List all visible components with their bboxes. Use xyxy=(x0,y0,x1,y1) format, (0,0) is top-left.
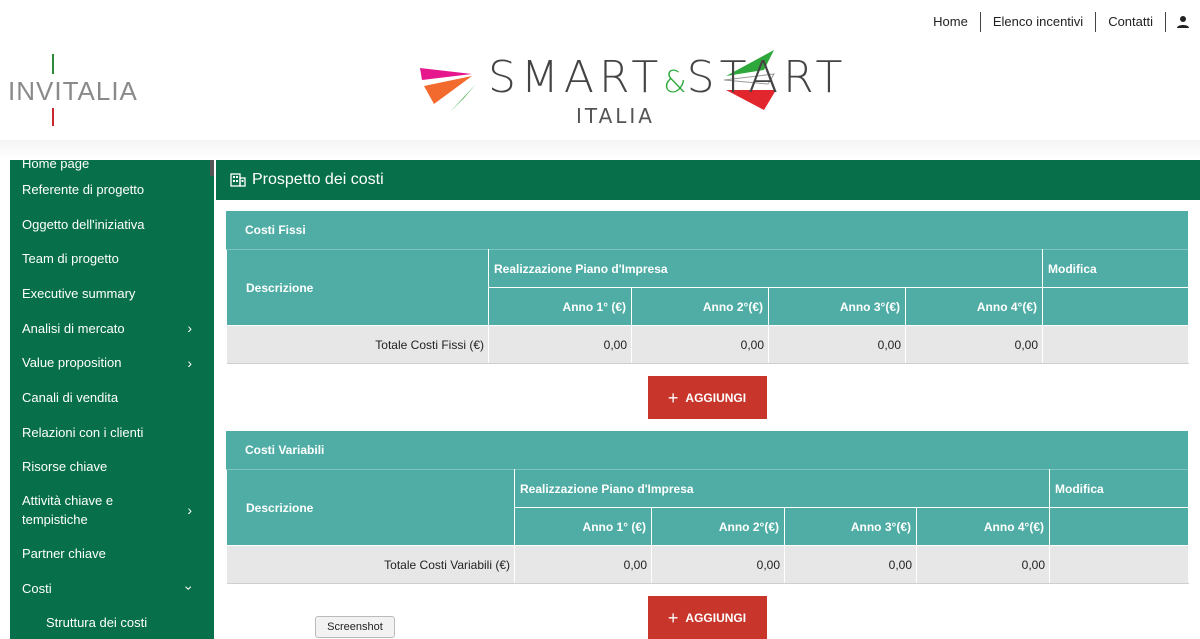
logo-start-text: START xyxy=(686,52,848,103)
sidebar-item-oggetto[interactable]: Oggetto dell'iniziativa xyxy=(10,207,214,242)
col-anno-3: Anno 3°(€) xyxy=(768,287,906,326)
sidebar-item-label: Canali di vendita xyxy=(22,389,119,405)
logo-tick-red xyxy=(52,108,54,126)
col-anno-4: Anno 4°(€) xyxy=(904,287,1044,326)
col-anno-4: Anno 4°(€) xyxy=(915,507,1051,546)
logo-smart-text: SMART xyxy=(488,52,664,103)
total-anno-3: 0,00 xyxy=(768,325,906,364)
nav-home-link[interactable]: Home xyxy=(921,12,981,32)
sidebar-item-team[interactable]: Team di progetto xyxy=(10,241,214,276)
total-label: Totale Costi Variabili (€) xyxy=(226,545,515,584)
sidebar-item-partner[interactable]: Partner chiave xyxy=(10,536,214,571)
col-anno-3: Anno 3°(€) xyxy=(784,507,917,546)
sidebar-item-analisi[interactable]: Analisi di mercato › xyxy=(10,311,214,346)
top-nav: Home Elenco incentivi Contatti xyxy=(921,10,1200,34)
total-anno-3: 0,00 xyxy=(784,545,917,584)
plus-icon: + xyxy=(667,387,679,408)
total-anno-1: 0,00 xyxy=(488,325,632,364)
total-modifica xyxy=(1049,545,1190,584)
col-modifica-blank xyxy=(1042,287,1190,326)
logo-amp-text: & xyxy=(663,65,687,100)
sidebar-item-label: Partner chiave xyxy=(22,546,106,562)
sidebar-item-value[interactable]: Value proposition › xyxy=(10,345,214,380)
sidebar-item-executive[interactable]: Executive summary xyxy=(10,276,214,311)
total-label: Totale Costi Fissi (€) xyxy=(226,325,489,364)
smart-start-logo: SMART&START ITALIA xyxy=(420,46,842,136)
page-title-bar: Prospetto dei costi xyxy=(216,160,1200,200)
logo-tick-green xyxy=(52,54,54,74)
sidebar-item-label: Costi xyxy=(22,580,52,596)
sidebar-item-label: Team di progetto xyxy=(22,251,119,267)
plus-icon: + xyxy=(667,607,679,628)
aggiungi-fissi-button[interactable]: + AGGIUNGI xyxy=(647,376,767,419)
col-anno-2: Anno 2°(€) xyxy=(631,287,769,326)
sidebar-item-canali[interactable]: Canali di vendita xyxy=(10,380,214,415)
chevron-down-icon: › xyxy=(181,585,198,591)
chevron-right-icon: › xyxy=(187,502,192,519)
col-descrizione: Descrizione xyxy=(226,249,489,326)
col-modifica: Modifica xyxy=(1049,469,1190,508)
screenshot-tooltip: Screenshot xyxy=(315,616,395,638)
sidebar-item-label: Value proposition xyxy=(22,355,122,371)
brand-name: INVITALIA xyxy=(8,76,138,106)
costi-fissi-title: Costi Fissi xyxy=(226,211,1188,249)
col-descrizione: Descrizione xyxy=(226,469,515,546)
col-modifica: Modifica xyxy=(1042,249,1190,288)
table-row: Totale Costi Fissi (€) 0,00 0,00 0,00 0,… xyxy=(226,325,1190,364)
aggiungi-variabili-button[interactable]: + AGGIUNGI xyxy=(647,596,767,639)
header-divider xyxy=(0,140,1200,160)
sidebar-item-costi[interactable]: Costi › xyxy=(10,571,214,606)
total-anno-4: 0,00 xyxy=(916,545,1051,584)
building-icon xyxy=(230,173,246,187)
sidebar-item-label: Referente di progetto xyxy=(22,181,145,197)
sidebar-item-attivita[interactable]: Attività chiave e tempistiche › xyxy=(10,484,214,536)
user-icon[interactable] xyxy=(1166,15,1200,29)
col-anno-1: Anno 1° (€) xyxy=(488,287,632,326)
col-anno-1: Anno 1° (€) xyxy=(514,507,652,546)
page-title: Prospetto dei costi xyxy=(252,171,384,188)
nav-incentivi-link[interactable]: Elenco incentivi xyxy=(981,12,1097,32)
sidebar-item-label: Struttura dei costi xyxy=(46,615,148,631)
total-anno-1: 0,00 xyxy=(514,545,652,584)
add-button-label: AGGIUNGI xyxy=(685,390,747,405)
logo-italia-text: ITALIA xyxy=(576,104,655,128)
total-anno-4: 0,00 xyxy=(905,325,1044,364)
costi-fissi-panel: Costi Fissi Descrizione Realizzazione Pi… xyxy=(226,211,1190,419)
sidebar-item-relazioni[interactable]: Relazioni con i clienti xyxy=(10,415,214,450)
sidebar-item-label: Analisi di mercato xyxy=(22,320,125,336)
add-button-wrap: + AGGIUNGI xyxy=(226,376,1188,419)
chevron-right-icon: › xyxy=(187,354,192,371)
add-button-label: AGGIUNGI xyxy=(685,610,747,625)
sidebar-item-label: Oggetto dell'iniziativa xyxy=(22,216,145,232)
costi-fissi-table: Descrizione Realizzazione Piano d'Impres… xyxy=(226,249,1190,364)
col-realizzazione: Realizzazione Piano d'Impresa xyxy=(487,249,1044,288)
sidebar-item-struttura[interactable]: Struttura dei costi xyxy=(10,606,214,639)
col-modifica-blank xyxy=(1049,507,1190,546)
chevron-right-icon: › xyxy=(187,320,192,337)
sidebar-item-label: Executive summary xyxy=(22,285,136,301)
costi-variabili-title: Costi Variabili xyxy=(226,431,1188,469)
col-anno-2: Anno 2°(€) xyxy=(651,507,785,546)
sidebar-scrollbar[interactable] xyxy=(210,160,214,176)
nav-contatti-link[interactable]: Contatti xyxy=(1096,12,1166,32)
total-anno-2: 0,00 xyxy=(651,545,785,584)
sidebar-item-label: Relazioni con i clienti xyxy=(22,424,144,440)
sidebar-item-label: Attività chiave e tempistiche xyxy=(22,493,114,528)
total-anno-2: 0,00 xyxy=(631,325,769,364)
logo-wordmark: SMART&START xyxy=(488,52,847,103)
costi-variabili-panel: Costi Variabili Descrizione Realizzazion… xyxy=(226,431,1190,639)
col-realizzazione: Realizzazione Piano d'Impresa xyxy=(513,469,1051,508)
sidebar-item-risorse[interactable]: Risorse chiave xyxy=(10,450,214,485)
total-modifica xyxy=(1042,325,1190,364)
sidebar-menu: Home page Referente di progetto Oggetto … xyxy=(10,160,214,639)
sidebar-item-label: Risorse chiave xyxy=(22,459,108,475)
table-row: Totale Costi Variabili (€) 0,00 0,00 0,0… xyxy=(226,545,1190,584)
sidebar-item-home[interactable]: Home page xyxy=(10,160,214,172)
costi-variabili-table: Descrizione Realizzazione Piano d'Impres… xyxy=(226,469,1190,584)
sidebar-item-label: Home page xyxy=(22,160,90,171)
sidebar-item-referente[interactable]: Referente di progetto xyxy=(10,172,214,207)
